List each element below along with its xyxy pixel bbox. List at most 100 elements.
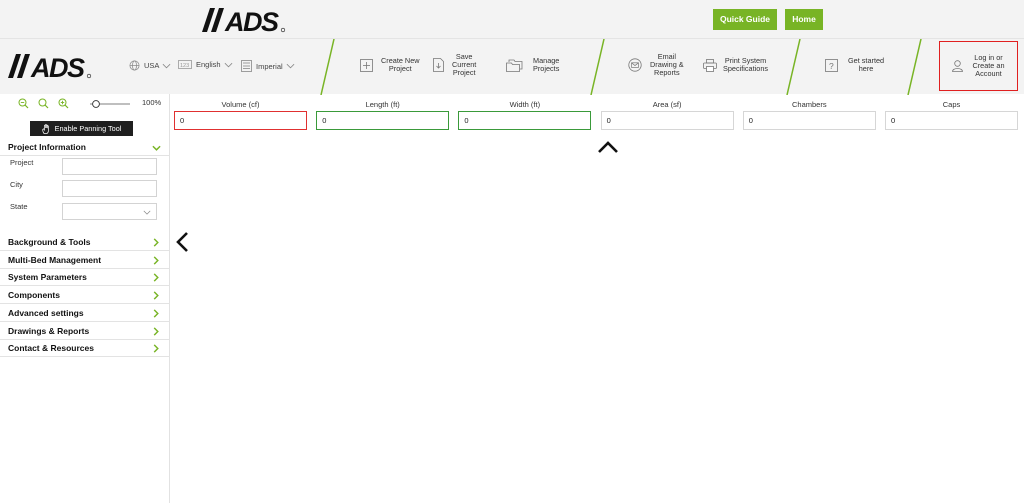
- zoom-slider[interactable]: [88, 99, 132, 109]
- section-title: Multi-Bed Management: [8, 254, 102, 265]
- section-project-information[interactable]: Project Information: [0, 139, 170, 156]
- chevron-down-icon: [224, 62, 232, 67]
- user-icon: [952, 60, 964, 72]
- metric-input-chambers[interactable]: 0: [742, 111, 876, 130]
- section-title: Project Information: [8, 142, 86, 152]
- chevron-right-icon: [153, 273, 159, 282]
- svg-text:ADS: ADS: [224, 7, 279, 34]
- units-label: Imperial: [256, 61, 283, 71]
- metric-label-volume: Volume (cf): [221, 100, 260, 109]
- metric-label-length: Length (ft): [365, 100, 400, 109]
- section-title: Background & Tools: [8, 237, 91, 247]
- project-label: Project: [10, 158, 34, 167]
- print-system-specs-button[interactable]: Print System Specifications: [703, 57, 768, 73]
- folder-icon: [506, 59, 523, 72]
- plus-icon: [360, 58, 373, 72]
- ads-logo-graphic: ADS: [8, 53, 92, 83]
- save-current-project-label: Save Current Project: [452, 52, 477, 77]
- manage-projects-button[interactable]: Manage Projects: [506, 57, 559, 73]
- divider-slash: [320, 39, 335, 95]
- sidebar: 100% Enable Panning Tool Project Informa…: [0, 94, 170, 503]
- metric-input-length[interactable]: 0: [316, 111, 450, 130]
- collapse-left-icon[interactable]: [175, 231, 189, 253]
- city-label: City: [10, 180, 23, 189]
- section-title: Drawings & Reports: [8, 325, 90, 336]
- print-icon: [703, 58, 717, 72]
- svg-text:?: ?: [829, 61, 834, 71]
- section-background-tools[interactable]: Background & Tools: [0, 234, 170, 251]
- section-advanced-settings[interactable]: Advanced settings: [0, 305, 170, 322]
- ads-logo-top[interactable]: ADS: [198, 6, 288, 39]
- units-select[interactable]: Imperial: [241, 60, 299, 72]
- get-started-label: Get started here: [848, 56, 885, 73]
- chevron-right-icon: [153, 238, 159, 247]
- ads-logo-graphic: ADS: [202, 7, 286, 37]
- chevron-right-icon: [153, 256, 159, 265]
- get-started-button[interactable]: ? Get started here: [825, 57, 884, 73]
- metric-input-volume[interactable]: 0: [174, 111, 307, 130]
- collapse-up-icon[interactable]: [597, 140, 619, 154]
- help-icon: ?: [825, 58, 838, 72]
- language-select[interactable]: 123 English: [178, 60, 237, 69]
- divider-slash: [786, 39, 801, 95]
- divider-slash: [907, 39, 922, 95]
- enable-panning-label: Enable Panning Tool: [54, 124, 122, 133]
- chevron-down-icon: [286, 63, 295, 69]
- enable-panning-button[interactable]: Enable Panning Tool: [30, 121, 133, 136]
- country-label: USA: [144, 61, 160, 70]
- svg-text:ADS: ADS: [30, 53, 85, 80]
- globe-icon: [129, 60, 140, 71]
- state-select[interactable]: [62, 203, 157, 220]
- create-new-project-button[interactable]: Create New Project: [360, 57, 420, 73]
- section-drawings-reports[interactable]: Drawings & Reports: [0, 323, 170, 340]
- section-title: Advanced settings: [8, 307, 84, 318]
- manage-projects-label: Manage Projects: [533, 56, 560, 73]
- language-icon: 123: [178, 60, 192, 69]
- section-title: Contact & Resources: [8, 343, 94, 354]
- metrics-bar: Volume (cf) 0 Length (ft) 0 Width (ft) 0 Area …: [171, 94, 1024, 144]
- section-title: Components: [8, 290, 60, 301]
- zoom-controls: 100%: [0, 94, 170, 114]
- login-label: Log in or Create an Account: [972, 53, 1005, 78]
- metric-label-area: Area (sf): [652, 100, 682, 109]
- metric-label-caps: Caps: [942, 100, 961, 109]
- zoom-reset-icon[interactable]: [38, 98, 49, 109]
- metric-input-caps[interactable]: 0: [885, 111, 1018, 130]
- save-current-project-button[interactable]: Save Current Project: [433, 53, 476, 77]
- quick-guide-button[interactable]: Quick Guide: [713, 9, 777, 30]
- metric-label-chambers: Chambers: [791, 100, 827, 109]
- main-nav-bar: ADS USA 123 English Imperial Create New …: [0, 38, 1024, 95]
- chevron-down-icon: [143, 210, 151, 215]
- login-content: Log in or Create an Account: [952, 53, 1005, 78]
- section-title: System Parameters: [8, 272, 87, 283]
- design-canvas[interactable]: [171, 141, 1024, 503]
- section-contact-resources[interactable]: Contact & Resources: [0, 340, 170, 358]
- email-drawing-reports-label: Email Drawing & Reports: [650, 52, 684, 77]
- zoom-percent: 100%: [142, 98, 162, 107]
- chevron-right-icon: [153, 326, 159, 336]
- chevron-right-icon: [153, 344, 159, 353]
- chevron-down-icon: [163, 63, 171, 68]
- home-button[interactable]: Home: [785, 9, 823, 30]
- save-icon: [433, 58, 444, 72]
- chevron-right-icon: [153, 309, 159, 318]
- login-button[interactable]: Log in or Create an Account: [939, 41, 1018, 91]
- divider-slash: [590, 39, 605, 95]
- print-system-specs-label: Print System Specifications: [723, 56, 769, 73]
- zoom-in-icon[interactable]: [58, 98, 69, 109]
- ads-logo-nav[interactable]: ADS: [4, 52, 94, 85]
- email-icon: [628, 58, 642, 72]
- project-input[interactable]: [62, 158, 157, 175]
- section-components[interactable]: Components: [0, 287, 170, 305]
- section-system-parameters[interactable]: System Parameters: [0, 269, 170, 287]
- language-label: English: [196, 60, 221, 69]
- metric-input-width[interactable]: 0: [458, 111, 592, 130]
- metric-input-area[interactable]: 0: [600, 111, 734, 130]
- zoom-out-icon[interactable]: [18, 98, 29, 109]
- top-bar: ADS Quick Guide Home: [0, 0, 1024, 38]
- city-input[interactable]: [62, 180, 157, 197]
- email-drawing-reports-button[interactable]: Email Drawing & Reports: [628, 53, 684, 77]
- country-select[interactable]: USA: [129, 60, 175, 71]
- section-multi-bed-management[interactable]: Multi-Bed Management: [0, 252, 170, 269]
- metric-label-width: Width (ft): [509, 100, 541, 109]
